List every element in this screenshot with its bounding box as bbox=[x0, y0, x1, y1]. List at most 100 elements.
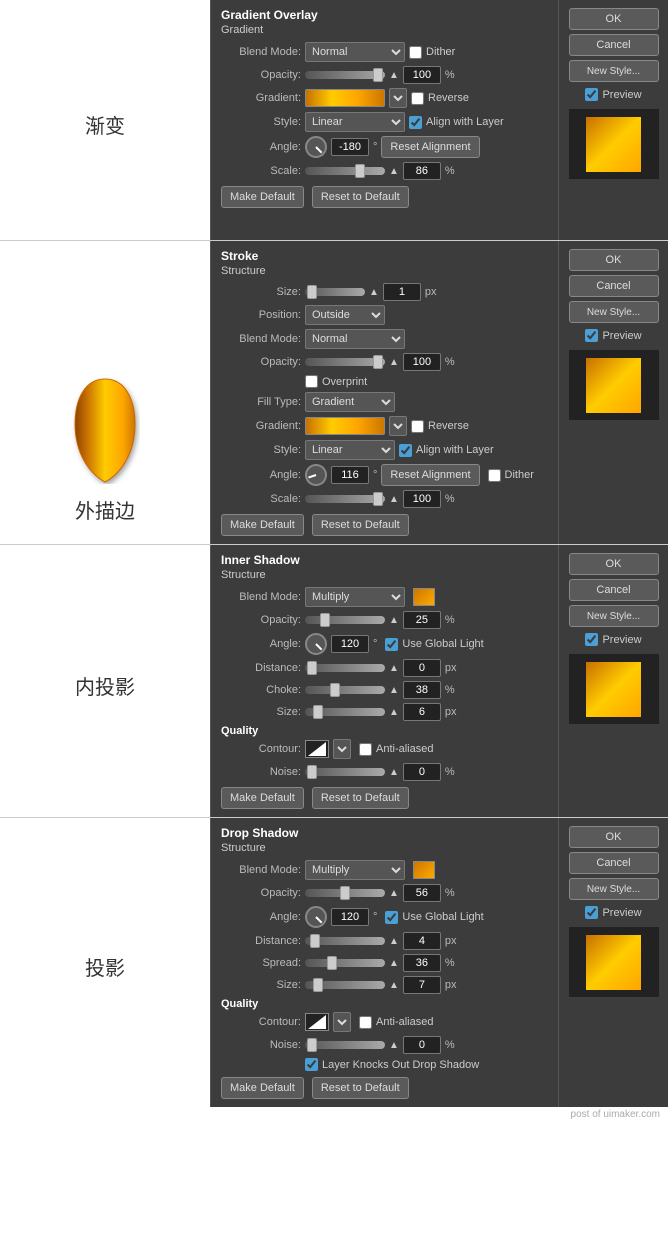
opacity-input-inner[interactable] bbox=[403, 611, 441, 629]
distance-slider-inner[interactable] bbox=[305, 664, 385, 672]
spread-input-drop[interactable] bbox=[403, 954, 441, 972]
blend-mode-select[interactable]: Normal Multiply bbox=[305, 42, 405, 62]
reset-default-btn-inner[interactable]: Reset to Default bbox=[312, 787, 409, 809]
size-thumb-stroke[interactable] bbox=[307, 285, 317, 299]
blend-mode-select-drop[interactable]: Multiply Normal bbox=[305, 860, 405, 880]
reset-alignment-btn-gradient[interactable]: Reset Alignment bbox=[381, 136, 479, 158]
opacity-slider-drop[interactable] bbox=[305, 889, 385, 897]
cancel-btn-gradient[interactable]: Cancel bbox=[569, 34, 659, 56]
align-layer-checkbox-gradient[interactable] bbox=[409, 116, 422, 129]
opacity-slider-stroke[interactable] bbox=[305, 358, 385, 366]
style-select-gradient[interactable]: Linear Radial bbox=[305, 112, 405, 132]
overprint-checkbox[interactable] bbox=[305, 375, 318, 388]
position-select-stroke[interactable]: Outside Inside Center bbox=[305, 305, 385, 325]
reset-alignment-btn-stroke[interactable]: Reset Alignment bbox=[381, 464, 479, 486]
ok-btn-stroke[interactable]: OK bbox=[569, 249, 659, 271]
blend-color-swatch-inner[interactable] bbox=[413, 588, 435, 606]
anti-aliased-checkbox-inner[interactable] bbox=[359, 743, 372, 756]
blend-color-swatch-drop[interactable] bbox=[413, 861, 435, 879]
angle-dial-drop[interactable] bbox=[305, 906, 327, 928]
choke-slider-inner[interactable] bbox=[305, 686, 385, 694]
noise-input-drop[interactable] bbox=[403, 1036, 441, 1054]
size-slider-drop[interactable] bbox=[305, 981, 385, 989]
choke-input-inner[interactable] bbox=[403, 681, 441, 699]
angle-dial-gradient[interactable] bbox=[305, 136, 327, 158]
dither-checkbox[interactable] bbox=[409, 46, 422, 59]
contour-dropdown-inner[interactable]: ▾ bbox=[333, 739, 351, 759]
spread-thumb-drop[interactable] bbox=[327, 956, 337, 970]
noise-slider-inner[interactable] bbox=[305, 768, 385, 776]
opacity-input-stroke[interactable] bbox=[403, 353, 441, 371]
ok-btn-gradient[interactable]: OK bbox=[569, 8, 659, 30]
size-slider-stroke[interactable] bbox=[305, 288, 365, 296]
anti-aliased-checkbox-drop[interactable] bbox=[359, 1016, 372, 1029]
preview-check-gradient[interactable] bbox=[585, 88, 598, 101]
fill-type-select-stroke[interactable]: Gradient Color Pattern bbox=[305, 392, 395, 412]
new-style-btn-inner[interactable]: New Style... bbox=[569, 605, 659, 627]
opacity-thumb-gradient[interactable] bbox=[373, 68, 383, 82]
size-input-inner[interactable] bbox=[403, 703, 441, 721]
scale-input-stroke[interactable] bbox=[403, 490, 441, 508]
scale-slider-gradient[interactable] bbox=[305, 167, 385, 175]
gradient-dropdown[interactable]: ▾ bbox=[389, 88, 407, 108]
distance-thumb-inner[interactable] bbox=[307, 661, 317, 675]
gradient-dropdown-stroke[interactable]: ▾ bbox=[389, 416, 407, 436]
distance-input-inner[interactable] bbox=[403, 659, 441, 677]
opacity-input-drop[interactable] bbox=[403, 884, 441, 902]
opacity-thumb-drop[interactable] bbox=[340, 886, 350, 900]
scale-thumb-stroke[interactable] bbox=[373, 492, 383, 506]
size-thumb-drop[interactable] bbox=[313, 978, 323, 992]
reset-default-btn-gradient[interactable]: Reset to Default bbox=[312, 186, 409, 208]
opacity-thumb-inner[interactable] bbox=[320, 613, 330, 627]
size-input-drop[interactable] bbox=[403, 976, 441, 994]
angle-dial-inner[interactable] bbox=[305, 633, 327, 655]
cancel-btn-drop[interactable]: Cancel bbox=[569, 852, 659, 874]
make-default-btn-stroke[interactable]: Make Default bbox=[221, 514, 304, 536]
scale-input-gradient[interactable] bbox=[403, 162, 441, 180]
global-light-checkbox-drop[interactable] bbox=[385, 911, 398, 924]
blend-mode-select-stroke[interactable]: Normal Multiply bbox=[305, 329, 405, 349]
layer-knocks-checkbox[interactable] bbox=[305, 1058, 318, 1071]
choke-thumb-inner[interactable] bbox=[330, 683, 340, 697]
ok-btn-drop[interactable]: OK bbox=[569, 826, 659, 848]
cancel-btn-inner[interactable]: Cancel bbox=[569, 579, 659, 601]
blend-mode-select-inner[interactable]: Multiply Normal bbox=[305, 587, 405, 607]
gradient-preview-bar[interactable] bbox=[305, 89, 385, 107]
distance-slider-drop[interactable] bbox=[305, 937, 385, 945]
make-default-btn-inner[interactable]: Make Default bbox=[221, 787, 304, 809]
scale-thumb-gradient[interactable] bbox=[355, 164, 365, 178]
preview-check-stroke[interactable] bbox=[585, 329, 598, 342]
noise-thumb-inner[interactable] bbox=[307, 765, 317, 779]
dither-checkbox-stroke[interactable] bbox=[488, 469, 501, 482]
global-light-checkbox-inner[interactable] bbox=[385, 638, 398, 651]
angle-input-drop[interactable] bbox=[331, 908, 369, 926]
angle-dial-stroke[interactable] bbox=[301, 460, 330, 489]
ok-btn-inner[interactable]: OK bbox=[569, 553, 659, 575]
angle-input-inner[interactable] bbox=[331, 635, 369, 653]
align-layer-checkbox-stroke[interactable] bbox=[399, 444, 412, 457]
gradient-bar-stroke[interactable] bbox=[305, 417, 385, 435]
distance-input-drop[interactable] bbox=[403, 932, 441, 950]
preview-check-drop[interactable] bbox=[585, 906, 598, 919]
new-style-btn-drop[interactable]: New Style... bbox=[569, 878, 659, 900]
contour-preview-inner[interactable] bbox=[305, 740, 329, 758]
contour-dropdown-drop[interactable]: ▾ bbox=[333, 1012, 351, 1032]
angle-input-stroke[interactable] bbox=[331, 466, 369, 484]
make-default-btn-gradient[interactable]: Make Default bbox=[221, 186, 304, 208]
angle-input-gradient[interactable] bbox=[331, 138, 369, 156]
reverse-checkbox-stroke[interactable] bbox=[411, 420, 424, 433]
new-style-btn-gradient[interactable]: New Style... bbox=[569, 60, 659, 82]
cancel-btn-stroke[interactable]: Cancel bbox=[569, 275, 659, 297]
reset-default-btn-stroke[interactable]: Reset to Default bbox=[312, 514, 409, 536]
size-thumb-inner[interactable] bbox=[313, 705, 323, 719]
reverse-checkbox[interactable] bbox=[411, 92, 424, 105]
contour-preview-drop[interactable] bbox=[305, 1013, 329, 1031]
opacity-slider-inner[interactable] bbox=[305, 616, 385, 624]
opacity-thumb-stroke[interactable] bbox=[373, 355, 383, 369]
noise-input-inner[interactable] bbox=[403, 763, 441, 781]
distance-thumb-drop[interactable] bbox=[310, 934, 320, 948]
spread-slider-drop[interactable] bbox=[305, 959, 385, 967]
new-style-btn-stroke[interactable]: New Style... bbox=[569, 301, 659, 323]
reset-default-btn-drop[interactable]: Reset to Default bbox=[312, 1077, 409, 1099]
preview-check-inner[interactable] bbox=[585, 633, 598, 646]
